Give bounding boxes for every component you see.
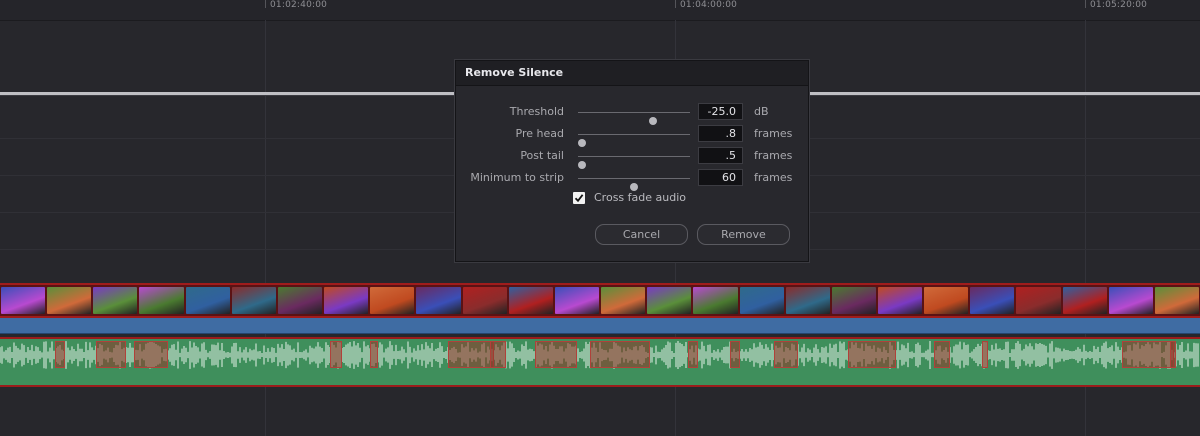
post-tail-label: Post tail: [520, 149, 564, 162]
silence-region: [490, 341, 506, 368]
silence-region: [730, 341, 740, 368]
clip-thumbnail[interactable]: [693, 287, 738, 314]
clip-thumbnail[interactable]: [462, 287, 507, 314]
threshold-slider-knob[interactable]: [648, 117, 657, 125]
threshold-label: Threshold: [509, 105, 564, 118]
minimum-to-strip-input[interactable]: 60: [698, 169, 743, 186]
timecode-label: 01:02:40:00: [270, 0, 328, 10]
pre-head-row: Pre head .8 frames: [456, 125, 808, 147]
pre-head-slider[interactable]: [578, 134, 690, 147]
timeline-ruler[interactable]: 01:02:40:00 01:04:00:00 01:05:20:00: [0, 0, 1200, 21]
silence-region: [1170, 341, 1176, 368]
timecode-label: 01:04:00:00: [680, 0, 738, 10]
minimum-to-strip-row: Minimum to strip 60 frames: [456, 169, 808, 191]
remove-silence-dialog: Remove Silence Threshold -25.0 dB Pre he…: [455, 60, 809, 262]
post-tail-slider-knob[interactable]: [578, 161, 586, 169]
cross-fade-label: Cross fade audio: [594, 191, 686, 204]
pre-head-slider-knob[interactable]: [578, 139, 586, 147]
post-tail-unit: frames: [754, 149, 793, 162]
clip-thumbnail[interactable]: [554, 287, 600, 314]
silence-region: [55, 341, 65, 368]
clip-thumbnail[interactable]: [601, 287, 646, 314]
silence-region: [535, 341, 577, 368]
silence-region: [982, 341, 988, 368]
pre-head-label: Pre head: [515, 127, 564, 140]
clip-thumbnail[interactable]: [877, 287, 923, 314]
silence-region: [1122, 341, 1174, 368]
remove-button[interactable]: Remove: [697, 224, 790, 245]
clip-thumbnail[interactable]: [370, 287, 415, 314]
minimum-to-strip-label: Minimum to strip: [470, 171, 564, 184]
post-tail-row: Post tail .5 frames: [456, 147, 808, 169]
clip-thumbnail[interactable]: [1, 287, 46, 314]
silence-region: [688, 341, 698, 368]
clip-thumbnail[interactable]: [831, 287, 876, 314]
clip-thumbnail[interactable]: [739, 287, 784, 314]
dialog-title: Remove Silence: [456, 61, 808, 86]
silence-region: [330, 341, 342, 368]
silence-region: [590, 341, 650, 368]
clip-thumbnail[interactable]: [416, 287, 461, 314]
silence-region: [848, 341, 896, 368]
clip-thumbnail[interactable]: [508, 287, 553, 314]
minimum-to-strip-slider[interactable]: [578, 178, 690, 191]
minimum-to-strip-unit: frames: [754, 171, 793, 184]
clip-thumbnail[interactable]: [1062, 287, 1107, 314]
ruler-tick: [265, 0, 266, 8]
clip-thumbnail[interactable]: [47, 287, 92, 314]
silence-region: [134, 341, 168, 368]
silence-region: [774, 341, 798, 368]
threshold-slider[interactable]: [578, 112, 690, 125]
cross-fade-checkbox[interactable]: [573, 192, 585, 204]
clip-thumbnail[interactable]: [785, 287, 830, 314]
timecode-label: 01:05:20:00: [1090, 0, 1148, 10]
silence-region: [370, 341, 378, 368]
ruler-tick: [675, 0, 676, 8]
clip-thumbnail[interactable]: [93, 287, 138, 314]
clip-thumbnail[interactable]: [970, 287, 1015, 314]
minimum-to-strip-slider-knob[interactable]: [630, 183, 638, 191]
pre-head-unit: frames: [754, 127, 793, 140]
clip-thumbnail[interactable]: [1108, 287, 1153, 314]
post-tail-slider[interactable]: [578, 156, 690, 169]
audio-track-blue[interactable]: [0, 318, 1200, 334]
clip-thumbnail[interactable]: [1154, 287, 1200, 314]
clip-thumbnail[interactable]: [139, 287, 184, 314]
silence-region: [934, 341, 950, 368]
cancel-button[interactable]: Cancel: [595, 224, 688, 245]
clip-thumbnail[interactable]: [324, 287, 369, 314]
audio-track-waveform[interactable]: [0, 337, 1200, 387]
clip-thumbnail[interactable]: [277, 287, 323, 314]
video-track[interactable]: [0, 283, 1200, 318]
clip-thumbnail[interactable]: [185, 287, 230, 314]
ruler-tick: [1085, 0, 1086, 8]
post-tail-input[interactable]: .5: [698, 147, 743, 164]
pre-head-input[interactable]: .8: [698, 125, 743, 142]
clip-thumbnail[interactable]: [647, 287, 692, 314]
silence-region: [448, 341, 494, 368]
threshold-row: Threshold -25.0 dB: [456, 103, 808, 125]
threshold-unit: dB: [754, 105, 769, 118]
checkmark-icon: [574, 194, 584, 203]
clip-thumbnail[interactable]: [231, 287, 276, 314]
clip-thumbnail[interactable]: [1016, 287, 1061, 314]
silence-region: [96, 341, 126, 368]
threshold-input[interactable]: -25.0: [698, 103, 743, 120]
clip-thumbnail[interactable]: [924, 287, 969, 314]
